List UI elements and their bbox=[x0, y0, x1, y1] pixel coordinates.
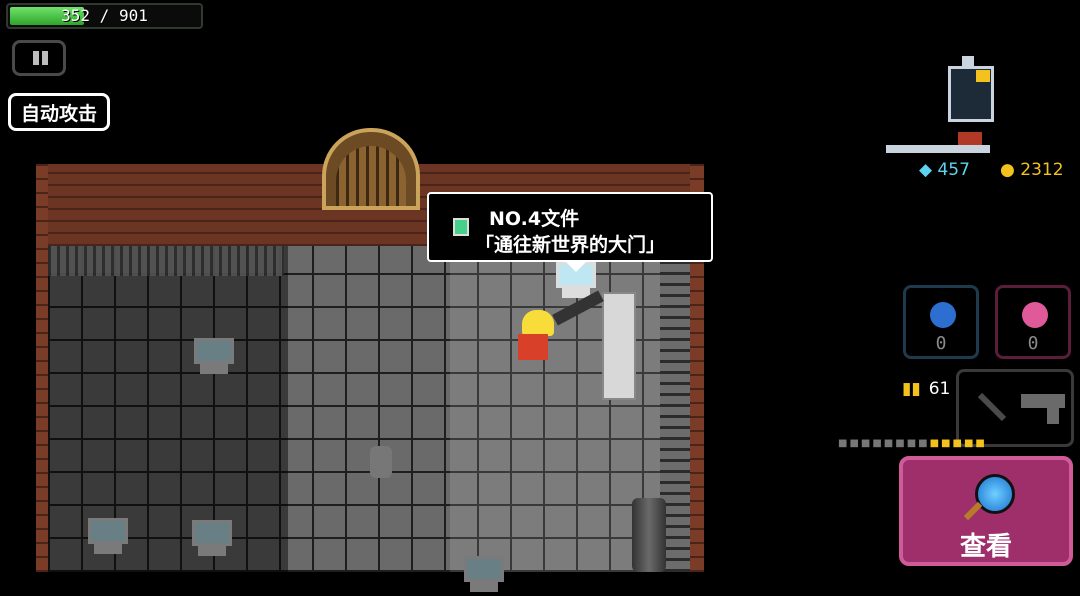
coin-icon: ● bbox=[1000, 160, 1021, 180]
stone-pillar bbox=[602, 292, 636, 400]
tooltip-title: NO.4文件 bbox=[489, 208, 580, 230]
terminal-computer-dim bbox=[464, 556, 504, 596]
magnifier-icon bbox=[975, 474, 1015, 514]
left-wall bbox=[36, 164, 48, 572]
gold-counter: ● 2312 bbox=[1000, 160, 1064, 180]
pistol-icon bbox=[1021, 394, 1065, 424]
minimap-corridor-bottom bbox=[886, 145, 990, 153]
gem-counter: ◆ 457 bbox=[919, 160, 970, 180]
potion-skill-slot[interactable]: 0 bbox=[995, 285, 1071, 359]
health-bar: 352 / 901 bbox=[6, 3, 203, 29]
metal-barrel bbox=[632, 498, 666, 572]
tooltip-subtitle: 「通往新世界的大门」 bbox=[475, 234, 666, 256]
pause-button[interactable] bbox=[12, 40, 66, 76]
item-tooltip: NO.4文件 「通往新世界的大门」 bbox=[427, 192, 713, 262]
terminal-computer-dim bbox=[194, 338, 234, 378]
minimap-chest-icon bbox=[976, 70, 990, 82]
wooden-gate[interactable] bbox=[322, 128, 420, 210]
lightning-icon bbox=[930, 302, 956, 328]
potion-icon bbox=[1022, 302, 1048, 328]
inspect-label: 查看 bbox=[959, 532, 1012, 562]
lightning-skill-slot[interactable]: 0 bbox=[903, 285, 979, 359]
gem-icon: ◆ bbox=[919, 160, 938, 180]
health-text: 352 / 901 bbox=[61, 6, 148, 25]
document-icon bbox=[453, 218, 469, 236]
ammo-counter: ▮▮ 61 bbox=[902, 379, 950, 399]
ammo-count: 61 bbox=[928, 379, 951, 399]
skill-count: 0 bbox=[935, 333, 947, 354]
terminal-computer-dim bbox=[88, 518, 128, 558]
bullet-icon: ▮▮ bbox=[902, 379, 921, 399]
pet-cat bbox=[370, 446, 392, 478]
sword-icon bbox=[977, 392, 1007, 422]
terminal-computer-dim bbox=[192, 520, 232, 560]
auto-attack-button[interactable]: 自动攻击 bbox=[8, 93, 110, 131]
inspect-button[interactable]: 查看 bbox=[899, 456, 1073, 566]
tooltip-pointer bbox=[566, 262, 586, 272]
magnifier-handle bbox=[963, 501, 983, 521]
weapon-switch-button[interactable] bbox=[956, 369, 1074, 447]
gem-count: 457 bbox=[937, 160, 970, 180]
gold-count: 2312 bbox=[1020, 160, 1064, 180]
floor-shadow bbox=[48, 246, 288, 572]
wall-railing bbox=[48, 246, 284, 276]
ammo-pips: ■■■■■■■■■■■■■ bbox=[838, 438, 987, 449]
skill-count: 0 bbox=[1027, 333, 1039, 354]
